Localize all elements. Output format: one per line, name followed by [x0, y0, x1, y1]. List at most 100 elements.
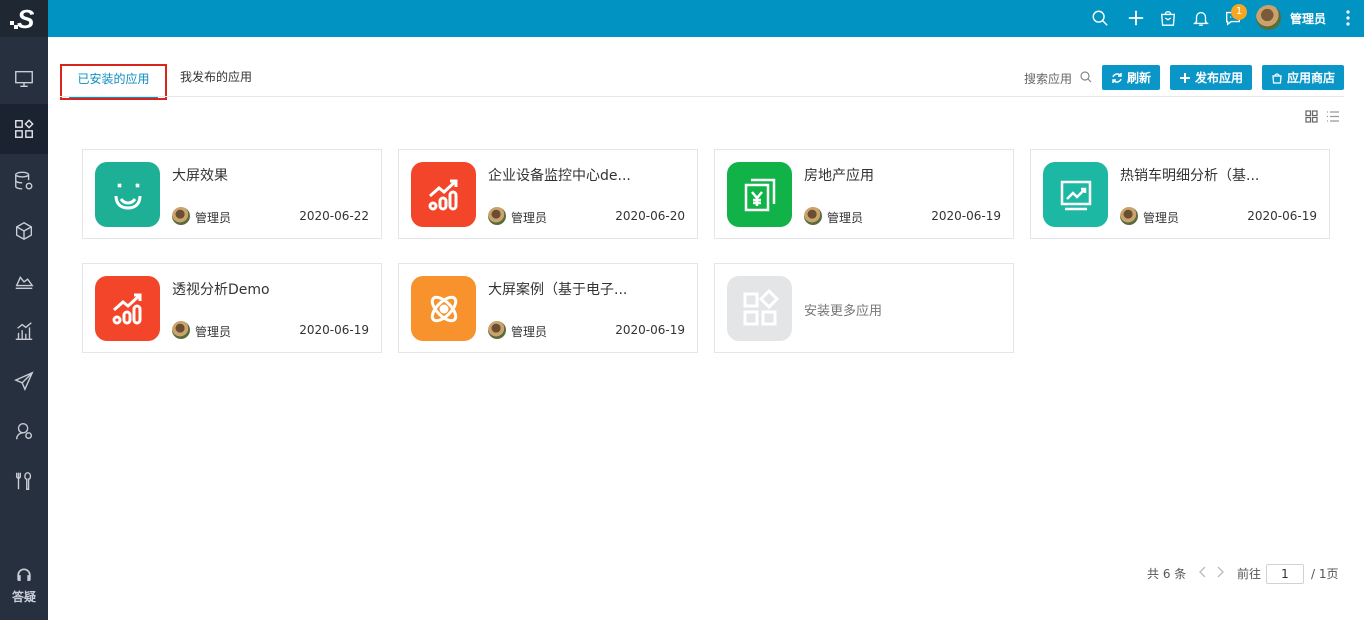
app-date: 2020-06-19 [1247, 209, 1317, 223]
app-name: 房地产应用 [804, 168, 874, 184]
monitor-icon [15, 70, 33, 88]
app-owner: 管理员 [511, 325, 548, 339]
app-icon-tile [95, 162, 160, 227]
plus-icon [1179, 72, 1190, 83]
install-more-label: 安装更多应用 [804, 304, 883, 319]
nav-item-model[interactable] [0, 206, 48, 256]
owner-avatar [488, 207, 506, 225]
store-button[interactable] [1158, 8, 1178, 28]
install-more-icon-tile [727, 276, 792, 341]
app-card[interactable]: 企业设备监控中心de... 管理员 2020-06-20 [398, 149, 698, 239]
nav-item-publish[interactable] [0, 356, 48, 406]
search-apps-label[interactable]: 搜索应用 [1024, 70, 1072, 87]
bell-icon [1193, 11, 1209, 26]
smile-face-icon [114, 182, 141, 210]
pagination-goto-label: 前往 [1237, 567, 1262, 581]
apps-icon [15, 119, 34, 138]
app-icon-tile [411, 162, 476, 227]
app-card[interactable]: 大屏案例（基于电子... 管理员 2020-06-19 [398, 263, 698, 353]
refresh-label: 刷新 [1126, 71, 1151, 85]
refresh-button[interactable]: 刷新 [1102, 65, 1160, 90]
app-name: 热销车明细分析（基... [1120, 168, 1260, 184]
app-store-button[interactable]: 应用商店 [1262, 65, 1344, 90]
grid-view-icon[interactable] [1305, 110, 1318, 123]
nav-item-users[interactable] [0, 406, 48, 456]
notification-button[interactable] [1191, 8, 1211, 28]
app-card[interactable]: 透视分析Demo 管理员 2020-06-19 [82, 263, 382, 353]
app-owner: 管理员 [511, 211, 548, 225]
store-label: 应用商店 [1286, 71, 1335, 85]
add-button[interactable] [1126, 8, 1146, 28]
publish-app-button[interactable]: 发布应用 [1170, 65, 1252, 90]
tab-published-apps[interactable]: 我发布的应用 [180, 64, 252, 100]
user-settings-icon [15, 422, 33, 440]
app-date: 2020-06-19 [299, 323, 369, 337]
tab-divider [60, 96, 1344, 97]
app-name: 大屏案例（基于电子... [488, 282, 628, 298]
tab-installed-label: 已安装的应用 [77, 72, 150, 86]
app-date: 2020-06-19 [615, 323, 685, 337]
app-owner: 管理员 [195, 211, 232, 225]
app-card[interactable]: 大屏效果 管理员 2020-06-22 [82, 149, 382, 239]
owner-avatar [172, 321, 190, 339]
pagination-page-count: / 1页 [1311, 567, 1339, 581]
logo[interactable]: S [0, 0, 48, 37]
owner-avatar [488, 321, 506, 339]
list-view-icon[interactable] [1326, 110, 1340, 123]
nav-item-report[interactable] [0, 306, 48, 356]
app-name: 透视分析Demo [172, 282, 270, 298]
chevron-left-icon[interactable] [1198, 566, 1208, 578]
search-icon [1092, 10, 1108, 26]
app-card[interactable]: 房地产应用 管理员 2020-06-19 [714, 149, 1014, 239]
database-settings-icon [15, 171, 33, 190]
app-owner: 管理员 [827, 211, 864, 225]
bar-chart-icon [15, 322, 33, 340]
growth-chart-icon [428, 179, 457, 210]
nav-item-apps[interactable] [0, 104, 48, 154]
app-date: 2020-06-22 [299, 209, 369, 223]
side-navigation: S 答疑 [0, 0, 48, 620]
help-button[interactable]: 答疑 [0, 562, 48, 612]
nav-item-data-source[interactable] [0, 156, 48, 206]
help-label: 答疑 [11, 590, 36, 604]
install-more-card[interactable]: 安装更多应用 [714, 263, 1014, 353]
app-icon-tile [1043, 162, 1108, 227]
yuan-document-icon [744, 178, 775, 211]
user-name[interactable]: 管理员 [1290, 10, 1326, 27]
more-vertical-icon[interactable] [1343, 8, 1353, 28]
app-name: 企业设备监控中心de... [488, 168, 631, 184]
apps-icon [743, 288, 779, 325]
search-button[interactable] [1090, 8, 1110, 28]
app-date: 2020-06-20 [615, 209, 685, 223]
search-icon[interactable] [1080, 71, 1092, 83]
app-owner: 管理员 [195, 325, 232, 339]
tab-installed-apps[interactable]: 已安装的应用 [60, 64, 167, 100]
cube-icon [15, 221, 33, 241]
shopping-bag-icon [1272, 72, 1282, 84]
area-chart-icon [15, 276, 34, 290]
owner-avatar [1120, 207, 1138, 225]
nav-item-analysis[interactable] [0, 256, 48, 306]
app-owner: 管理员 [1143, 211, 1180, 225]
send-icon [14, 371, 34, 391]
plus-icon [1128, 10, 1144, 26]
app-icon-tile [727, 162, 792, 227]
svg-text:S: S [17, 6, 35, 32]
app-icon-tile [95, 276, 160, 341]
atom-icon [430, 295, 457, 322]
tools-icon [15, 472, 32, 490]
chevron-right-icon[interactable] [1215, 566, 1225, 578]
logo-icon: S [10, 6, 35, 32]
pagination-total: 共 6 条 [1147, 567, 1187, 581]
app-card[interactable]: 热销车明细分析（基... 管理员 2020-06-19 [1030, 149, 1330, 239]
app-name: 大屏效果 [172, 168, 228, 184]
page-number-input[interactable]: 1 [1266, 564, 1304, 584]
user-avatar[interactable] [1256, 5, 1281, 30]
publish-label: 发布应用 [1194, 71, 1243, 85]
tab-published-label: 我发布的应用 [180, 70, 253, 84]
nav-item-system[interactable] [0, 456, 48, 506]
line-chart-board-icon [1060, 180, 1091, 210]
refresh-icon [1112, 72, 1122, 83]
nav-item-dashboard[interactable] [0, 54, 48, 104]
growth-chart-icon [112, 293, 141, 324]
